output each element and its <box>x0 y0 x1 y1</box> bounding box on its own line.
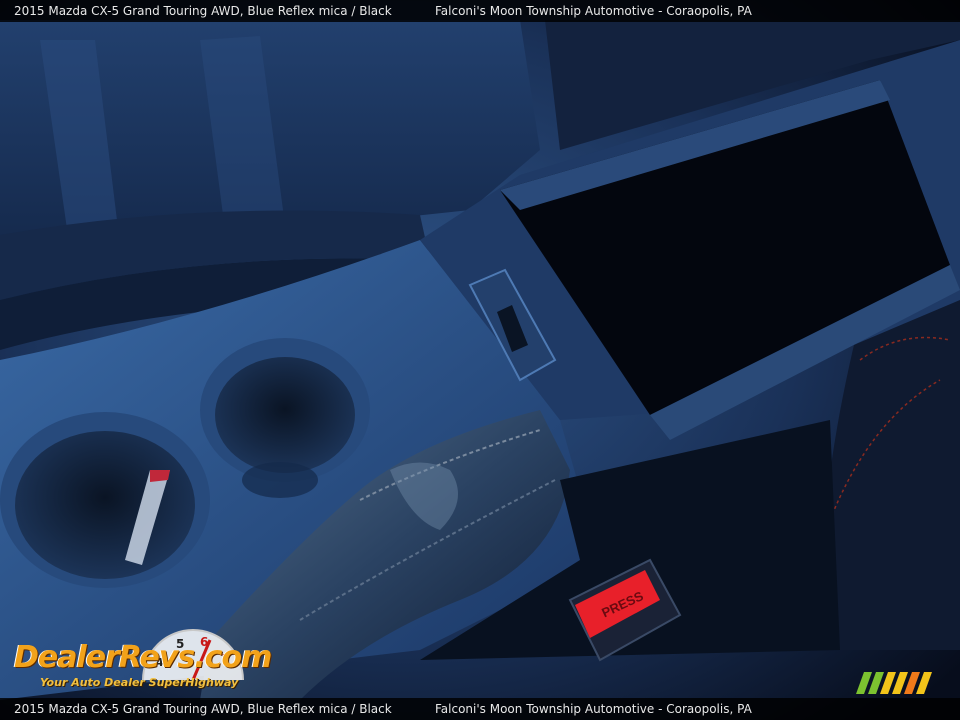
dealer-caption: Falconi's Moon Township Automotive - Cor… <box>435 702 752 716</box>
caption-bar-top: 2015 Mazda CX-5 Grand Touring AWD, Blue … <box>0 0 960 22</box>
stripes-icon <box>856 672 932 694</box>
dealer-caption: Falconi's Moon Township Automotive - Cor… <box>435 4 752 18</box>
logo-tagline: Your Auto Dealer SuperHighway <box>40 676 239 689</box>
caption-bar-bottom: 2015 Mazda CX-5 Grand Touring AWD, Blue … <box>0 698 960 720</box>
interior-photo: PRESS <box>0 0 960 720</box>
logo-brand: DealerRevs.com <box>14 640 272 675</box>
vehicle-caption: 2015 Mazda CX-5 Grand Touring AWD, Blue … <box>14 4 392 18</box>
dealerrevs-logo: 4 5 6 7 DealerRevs.com Your Auto Dealer … <box>10 626 272 696</box>
vehicle-caption: 2015 Mazda CX-5 Grand Touring AWD, Blue … <box>14 702 392 716</box>
